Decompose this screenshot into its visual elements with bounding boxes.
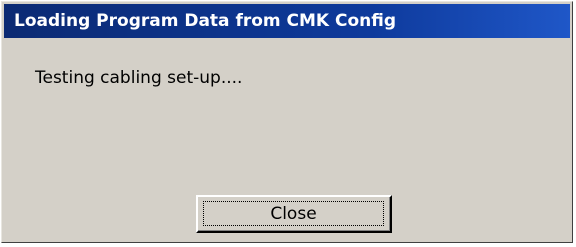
- close-button[interactable]: Close: [196, 195, 392, 233]
- loading-dialog: Loading Program Data from CMK Config Tes…: [1, 1, 573, 243]
- close-button-label: Close: [203, 201, 384, 226]
- dialog-title: Loading Program Data from CMK Config: [4, 4, 570, 38]
- status-message: Testing cabling set-up....: [35, 68, 243, 88]
